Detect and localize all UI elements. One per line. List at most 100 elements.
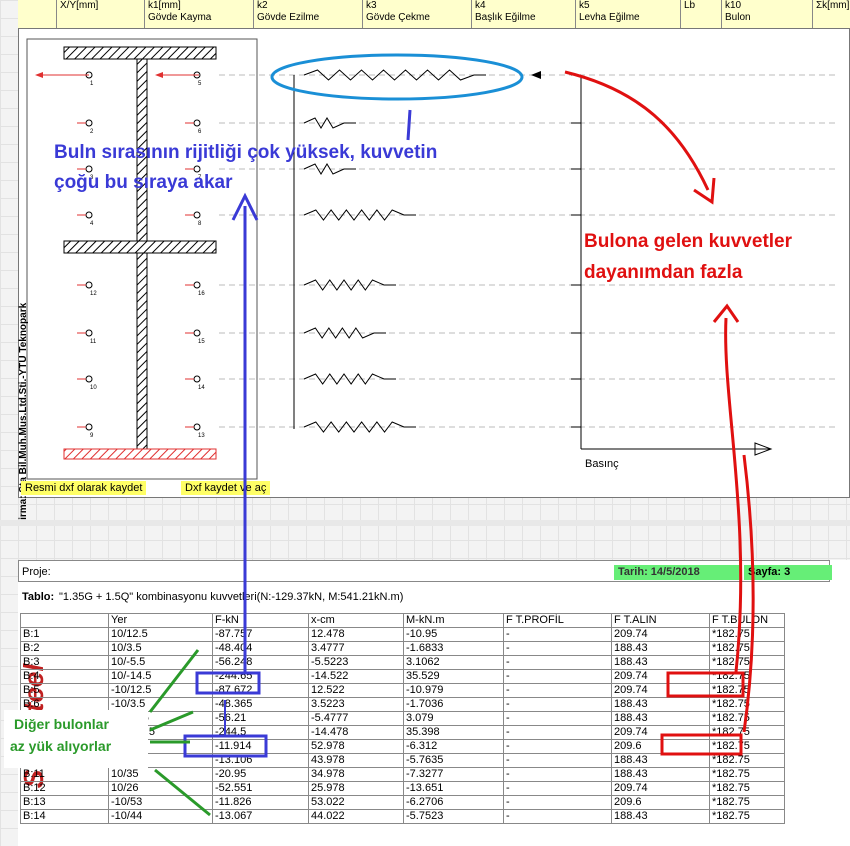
table-cell: 188.43 xyxy=(611,641,710,656)
header-col-label: k4 xyxy=(475,0,486,11)
table-cell: - xyxy=(503,781,612,796)
header-col-sublabel: Gövde Çekme xyxy=(366,12,430,23)
table-cell: 34.978 xyxy=(308,767,404,782)
header-col-sublabel: Gövde Ezilme xyxy=(257,12,320,23)
top-flange xyxy=(63,46,217,60)
bolt-marker xyxy=(85,375,93,383)
bolt-marker xyxy=(85,281,93,289)
bolt-number: 5 xyxy=(198,81,202,87)
table-cell: 188.43 xyxy=(611,711,710,726)
bolt-number: 6 xyxy=(198,129,202,135)
table-cell: - xyxy=(503,795,612,810)
table-cell: *182.75 xyxy=(709,655,785,670)
table-cell: 43.978 xyxy=(308,753,404,768)
table-row: B:1 10/12.5 -87.757 12.478 -10.95-209.74 *182… xyxy=(20,627,785,642)
table-cell: 188.43 xyxy=(611,767,710,782)
bolt-marker xyxy=(193,329,201,337)
table-cell: 35.529 xyxy=(403,669,504,684)
header-col-label: k10 xyxy=(725,0,742,11)
bolt-marker xyxy=(193,375,201,383)
table-cell: -20.95 xyxy=(212,767,309,782)
table-cell: -10/44 xyxy=(108,809,213,824)
table-cell: *182.75 xyxy=(709,683,785,698)
header-col-sublabel: Levha Eğilme xyxy=(579,12,640,23)
table-cell: *182.75 xyxy=(709,767,785,782)
table-cell: 12.478 xyxy=(308,627,404,642)
bolt-marker xyxy=(193,423,201,431)
table-header-cell: F T.BULON xyxy=(709,613,785,628)
annotation-stiffness-line1: Buln sırasının rijitliği çok yüksek, kuv… xyxy=(54,142,438,163)
table-cell: *182.75 xyxy=(709,711,785,726)
table-cell: -5.5223 xyxy=(308,655,404,670)
annotation-capacity-line1: Bulona gelen kuvvetler xyxy=(584,231,793,252)
table-cell: -56.248 xyxy=(212,655,309,670)
table-cell: 10/26 xyxy=(108,781,213,796)
table-header-cell: F-kN xyxy=(212,613,309,628)
header-col-8: Σk[mm] xyxy=(812,0,850,28)
table-cell: - xyxy=(503,683,612,698)
table-cell: B:3 xyxy=(20,655,109,670)
table-cell: *182.75 xyxy=(709,669,785,684)
table-cell: 10/3.5 xyxy=(108,641,213,656)
bolt-number: 9 xyxy=(90,433,94,439)
table-cell: *182.75 xyxy=(709,725,785,740)
table-cell: 209.74 xyxy=(611,683,710,698)
bolt-number: 1 xyxy=(90,81,94,87)
highlight-ellipse xyxy=(270,53,524,101)
bolt-number: 2 xyxy=(90,129,94,135)
table-cell: -13.067 xyxy=(212,809,309,824)
table-cell: -10.979 xyxy=(403,683,504,698)
header-col-label: k3 xyxy=(366,0,377,11)
table-cell: -10.95 xyxy=(403,627,504,642)
table-cell: -14.522 xyxy=(308,669,404,684)
header-col-0: X/Y[mm] xyxy=(56,0,144,28)
table-cell: *182.75 xyxy=(709,739,785,754)
table-cell: -13.106 xyxy=(212,753,309,768)
table-cell: -87.757 xyxy=(212,627,309,642)
table-cell: 3.4777 xyxy=(308,641,404,656)
table-cell: -56.21 xyxy=(212,711,309,726)
table-row: B:14 -10/44 -13.067 44.022 -5.7523-188.43 *18… xyxy=(20,809,785,824)
table-cell: 188.43 xyxy=(611,809,710,824)
header-col-label: k5 xyxy=(579,0,590,11)
proje-label: Proje: xyxy=(22,566,51,578)
header-col-sublabel: Gövde Kayma xyxy=(148,12,212,23)
table-cell: - xyxy=(503,809,612,824)
header-col-sublabel: Bulon xyxy=(725,12,751,23)
table-row: B:2 10/3.5 -48.404 3.4777 -1.6833-188.43 *182… xyxy=(20,641,785,656)
table-cell: - xyxy=(503,739,612,754)
bolt-number: 13 xyxy=(198,433,205,439)
table-cell: 209.74 xyxy=(611,669,710,684)
header-col-2: k2 Gövde Ezilme xyxy=(253,0,362,28)
save-dxf-button[interactable]: Resmi dxf olarak kaydet xyxy=(21,481,147,495)
table-cell: 188.43 xyxy=(611,697,710,712)
table-cell: 10/-14.5 xyxy=(108,669,213,684)
date-badge: Tarih: 14/5/2018 xyxy=(614,565,742,580)
table-cell: 209.74 xyxy=(611,627,710,642)
table-cell: -5.7523 xyxy=(403,809,504,824)
table-cell: 53.022 xyxy=(308,795,404,810)
header-col-6: Lb xyxy=(680,0,721,28)
header-col-3: k3 Gövde Çekme xyxy=(362,0,471,28)
bolt-marker xyxy=(85,329,93,337)
table-cell: - xyxy=(503,753,612,768)
table-cell: 10/35 xyxy=(108,767,213,782)
bolt-marker xyxy=(193,211,201,219)
annotation-capacity-line2: dayanımdan fazla xyxy=(584,262,743,283)
bolt-number: 10 xyxy=(90,385,97,391)
header-col-7: k10 Bulon xyxy=(721,0,812,28)
table-header-cell: M-kN.m xyxy=(403,613,504,628)
bolt-number: 15 xyxy=(198,339,205,345)
table-cell: *182.75 xyxy=(709,781,785,796)
table-cell: *182.75 xyxy=(709,795,785,810)
section-separator xyxy=(0,520,850,526)
table-cell: -244.5 xyxy=(212,725,309,740)
table-header-cell: x-cm xyxy=(308,613,404,628)
bolt-number: 11 xyxy=(90,339,97,345)
lower-web xyxy=(136,252,148,450)
save-open-dxf-button[interactable]: Dxf kaydet ve aç xyxy=(181,481,271,495)
table-row: B:4 10/-14.5 -244.65 -14.522 35.529-209.74 *1… xyxy=(20,669,785,684)
table-row: B:13 -10/53 -11.826 53.022 -6.2706-209.6 *182… xyxy=(20,795,785,810)
table-cell: 44.022 xyxy=(308,809,404,824)
table-cell: 209.74 xyxy=(611,781,710,796)
